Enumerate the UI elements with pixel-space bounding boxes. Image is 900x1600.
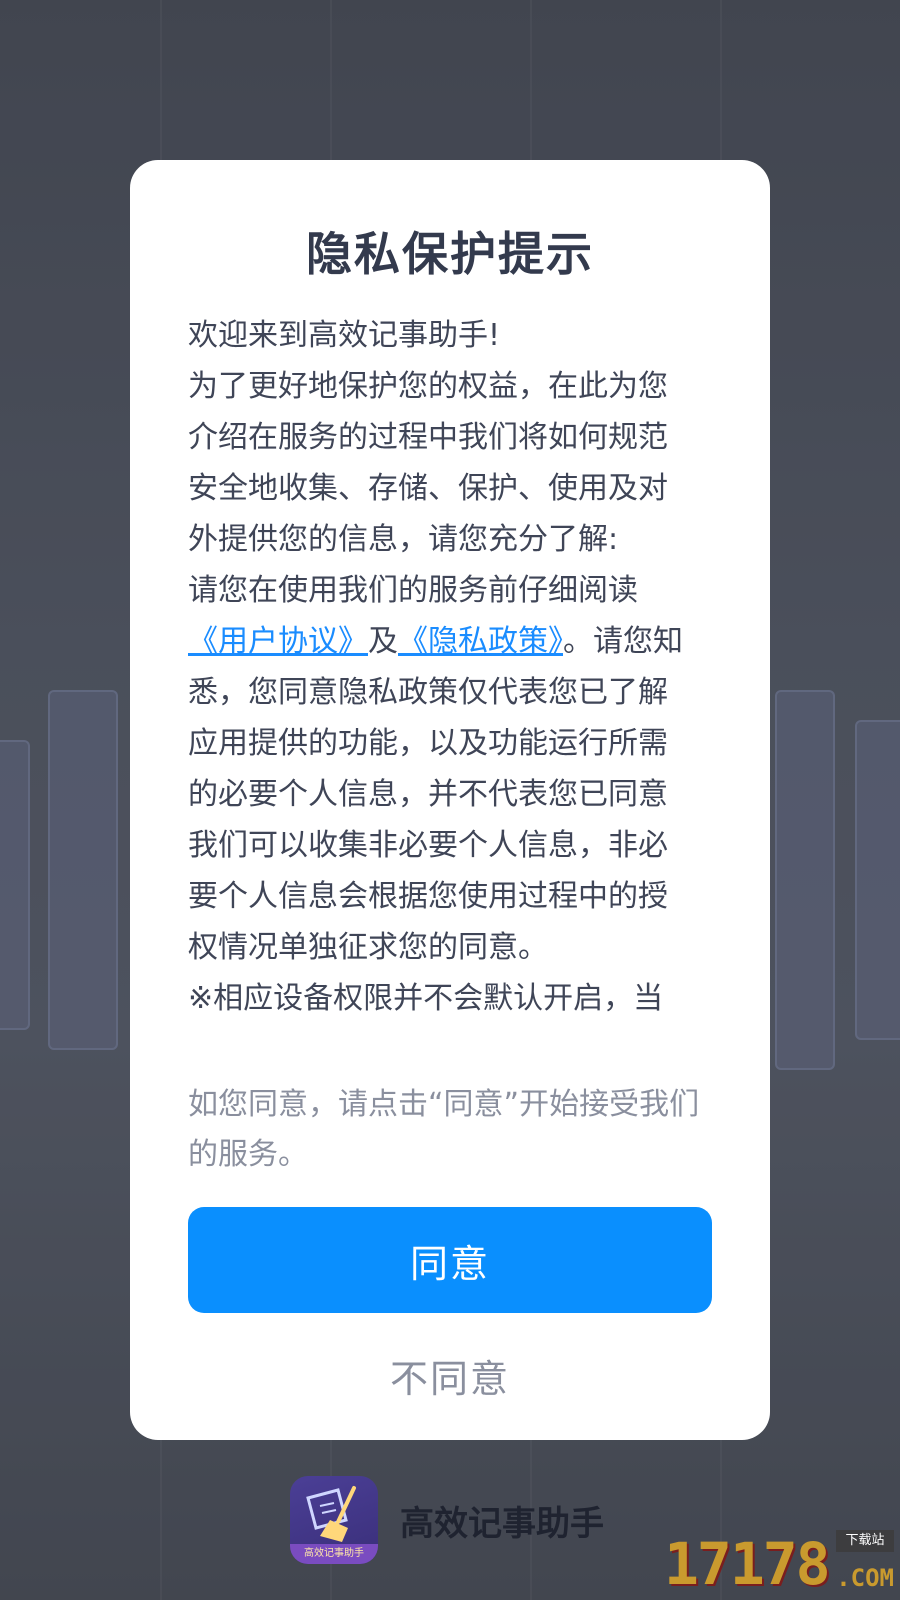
policy-paragraph: 请您在使用我们的服务前仔细阅读 《用户协议》及《隐私政策》。请您知悉，您同意隐私政…	[188, 565, 693, 973]
watermark-tag: 下载站	[836, 1530, 894, 1552]
consent-text: 如您同意，请点击“同意”开始接受我们的服务。	[188, 1087, 700, 1172]
watermark: 17178 下载站 .COM	[664, 1530, 894, 1594]
dialog-title: 隐私保护提示	[306, 227, 594, 281]
watermark-suffix: .COM	[836, 1564, 894, 1592]
app-icon-label: 高效记事助手	[290, 1544, 378, 1564]
watermark-digits: 17178	[664, 1530, 831, 1598]
permission-note: ※相应设备权限并不会默认开启，当	[188, 981, 664, 1016]
app-logo-icon: 高效记事助手	[290, 1476, 378, 1564]
privacy-dialog: 隐私保护提示 欢迎来到高效记事助手! 为了更好地保护您的权益，在此为您介绍在服务…	[130, 160, 770, 1440]
welcome-text: 欢迎来到高效记事助手!	[188, 318, 501, 353]
user-agreement-link[interactable]: 《用户协议》	[188, 624, 368, 659]
app-name: 高效记事助手	[400, 1503, 604, 1544]
app-branding: 高效记事助手 高效记事助手	[290, 1475, 604, 1565]
intro-text: 为了更好地保护您的权益，在此为您介绍在服务的过程中我们将如何规范安全地收集、存储…	[188, 369, 668, 557]
read-prefix-text: 请您在使用我们的服务前仔细阅读	[188, 573, 638, 608]
and-text: 及	[368, 624, 398, 659]
notice-text: 。请您知悉，您同意隐私政策仅代表您已了解应用提供的功能，以及功能运行所需的必要个…	[188, 624, 683, 965]
disagree-button[interactable]: 不同意	[188, 1340, 712, 1410]
privacy-policy-link[interactable]: 《隐私政策》	[398, 624, 563, 659]
agree-button[interactable]: 同意	[188, 1207, 712, 1313]
dialog-body: 欢迎来到高效记事助手! 为了更好地保护您的权益，在此为您介绍在服务的过程中我们将…	[188, 310, 693, 1185]
